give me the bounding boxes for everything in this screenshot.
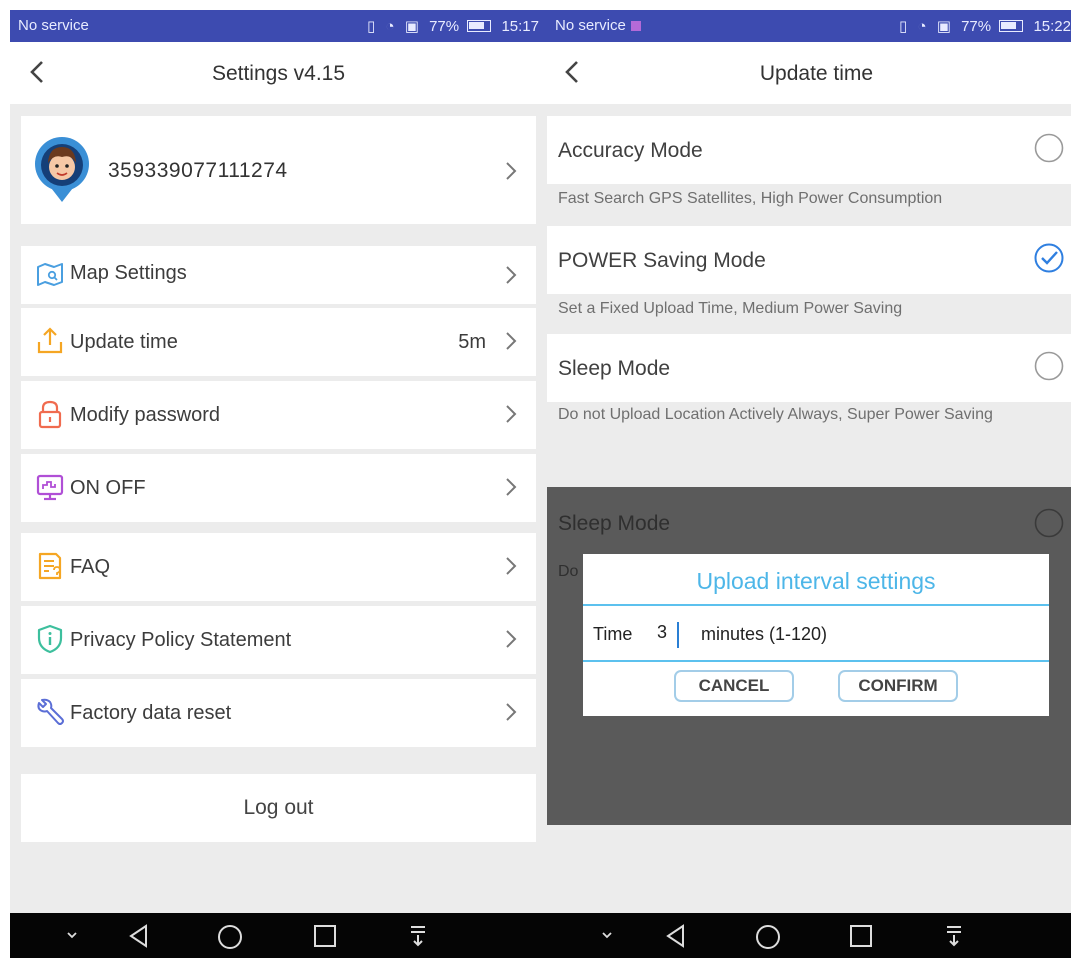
menu-label-privacy-policy: Privacy Policy Statement <box>70 629 292 651</box>
radio-unchecked-icon[interactable] <box>1033 132 1065 164</box>
map-icon <box>37 263 63 286</box>
dialog-title: Upload interval settings <box>696 568 936 594</box>
lock-icon <box>38 400 62 429</box>
back-nav-icon[interactable] <box>663 923 689 949</box>
wrench-icon <box>37 698 64 725</box>
chevron-right-icon <box>506 162 517 180</box>
page-title: Update time <box>759 62 874 85</box>
faq-icon <box>38 552 62 580</box>
logout-button[interactable]: Log out <box>21 774 536 842</box>
status-bar: No service ▯ ◔ ▣ 77% 15:22 <box>547 10 1071 42</box>
menu-label-faq: FAQ <box>70 556 111 578</box>
chevron-down-icon[interactable] <box>62 923 82 947</box>
chevron-right-icon <box>506 557 517 575</box>
clock: 15:22 <box>1033 18 1071 35</box>
notification-pull-icon[interactable] <box>943 923 965 949</box>
menu-item-update-time[interactable]: Update time 5m <box>21 308 536 376</box>
time-input[interactable]: 3 <box>657 622 679 648</box>
system-nav-bar <box>547 913 1071 958</box>
chevron-right-icon <box>506 405 517 423</box>
battery-icon <box>467 20 492 32</box>
home-nav-icon[interactable] <box>754 923 782 951</box>
mode-label: Accuracy Mode <box>558 139 703 162</box>
radio-unchecked-icon <box>1034 508 1064 538</box>
status-bar: No service ▯ ◔ ▣ 77% 15:17 <box>10 10 547 42</box>
logout-label: Log out <box>243 796 314 819</box>
dimmed-description: Do <box>558 563 579 580</box>
radio-unchecked-icon[interactable] <box>1033 350 1065 382</box>
notification-pull-icon[interactable] <box>407 923 429 949</box>
mode-option-power-saving[interactable]: POWER Saving Mode <box>547 226 1071 294</box>
menu-label-map-settings: Map Settings <box>70 262 187 284</box>
device-profile-row[interactable]: 359339077111274 <box>21 116 536 224</box>
clock: 15:17 <box>501 18 539 35</box>
update-time-screen: No service ▯ ◔ ▣ 77% 15:22 Update time A… <box>547 10 1071 958</box>
dimmed-mode-label: Sleep Mode <box>558 512 671 535</box>
mode-label: POWER Saving Mode <box>558 249 766 272</box>
sim-icon: ▣ <box>936 18 951 35</box>
battery-icon <box>999 20 1024 32</box>
menu-item-factory-reset[interactable]: Factory data reset <box>21 679 536 747</box>
battery-percent: 77% <box>961 18 992 35</box>
carrier-label: No service <box>555 17 626 34</box>
battery-percent: 77% <box>429 18 460 35</box>
settings-screen: No service ▯ ◔ ▣ 77% 15:17 Settings v4.1… <box>10 10 547 958</box>
menu-item-map-settings[interactable]: Map Settings <box>21 246 536 304</box>
mode-label: Sleep Mode <box>558 357 671 380</box>
chevron-right-icon <box>506 266 517 284</box>
notification-icon <box>630 21 641 31</box>
chevron-right-icon <box>506 478 517 496</box>
sim-icon: ▣ <box>404 18 419 35</box>
menu-item-faq[interactable]: FAQ <box>21 533 536 601</box>
avatar-pin-icon <box>35 137 89 202</box>
dialog-divider <box>583 660 1049 662</box>
menu-label-on-off: ON OFF <box>70 477 146 499</box>
menu-item-on-off[interactable]: ON OFF <box>21 454 536 522</box>
menu-item-modify-password[interactable]: Modify password <box>21 381 536 449</box>
time-label: Time <box>593 624 633 644</box>
mode-option-accuracy[interactable]: Accuracy Mode <box>547 116 1071 184</box>
vibrate-icon: ▯ <box>367 18 376 35</box>
upload-interval-dialog: Upload interval settings Time 3 minutes … <box>583 554 1049 716</box>
page-title: Settings v4.15 <box>211 62 346 85</box>
home-nav-icon[interactable] <box>216 923 244 951</box>
monitor-icon <box>36 474 64 501</box>
menu-item-privacy-policy[interactable]: Privacy Policy Statement <box>21 606 536 674</box>
menu-label-factory-reset: Factory data reset <box>70 702 232 724</box>
update-time-value: 5m <box>458 331 486 353</box>
mode-description: Fast Search GPS Satellites, High Power C… <box>558 190 943 207</box>
recents-nav-icon[interactable] <box>312 923 338 949</box>
mode-option-sleep[interactable]: Sleep Mode <box>547 334 1071 402</box>
confirm-button[interactable]: CONFIRM <box>838 670 958 702</box>
mode-description: Do not Upload Location Actively Always, … <box>558 406 993 423</box>
upload-icon <box>37 327 63 354</box>
mode-description: Set a Fixed Upload Time, Medium Power Sa… <box>558 300 903 317</box>
menu-label-update-time: Update time <box>70 331 178 353</box>
cancel-button[interactable]: CANCEL <box>674 670 794 702</box>
carrier-label: No service <box>18 17 89 34</box>
wifi-icon: ◔ <box>385 18 395 35</box>
shield-icon <box>37 624 63 654</box>
menu-label-modify-password: Modify password <box>70 404 221 426</box>
recents-nav-icon[interactable] <box>848 923 874 949</box>
system-nav-bar <box>10 913 547 958</box>
dialog-divider <box>583 604 1049 606</box>
vibrate-icon: ▯ <box>899 18 908 35</box>
app-header: Settings v4.15 <box>10 42 547 104</box>
device-id: 359339077111274 <box>108 159 288 182</box>
wifi-icon: ◔ <box>917 18 927 35</box>
time-unit-label: minutes (1-120) <box>701 624 828 644</box>
chevron-right-icon <box>506 630 517 648</box>
app-header: Update time <box>547 42 1071 104</box>
back-nav-icon[interactable] <box>126 923 152 949</box>
chevron-right-icon <box>506 703 517 721</box>
chevron-down-icon[interactable] <box>597 923 617 947</box>
chevron-right-icon <box>506 332 517 350</box>
radio-checked-icon[interactable] <box>1033 242 1065 274</box>
